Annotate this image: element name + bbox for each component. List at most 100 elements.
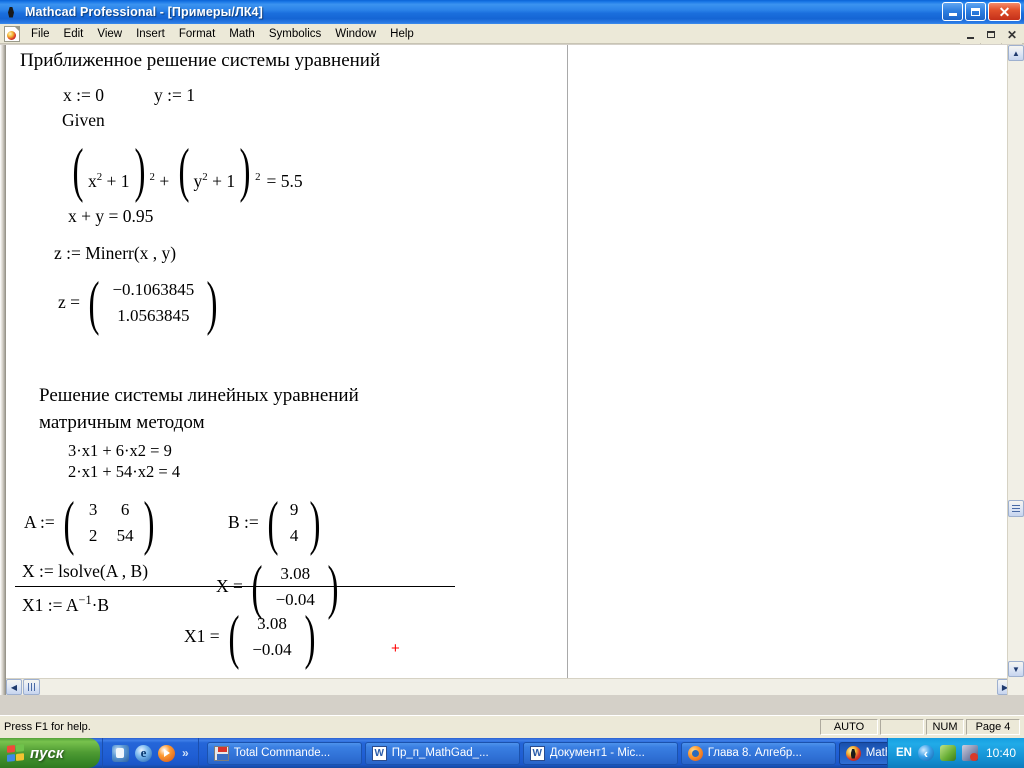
status-blank-cell — [880, 719, 924, 735]
mathcad-quicklaunch-icon[interactable] — [112, 744, 129, 762]
start-button-label: пуск — [30, 744, 64, 762]
vertical-scrollbar[interactable]: ▲ ▼ — [1007, 45, 1024, 695]
crosshair-cursor-icon: + — [391, 640, 400, 657]
menu-item-symbolics[interactable]: Symbolics — [262, 26, 328, 42]
menu-item-edit[interactable]: Edit — [57, 26, 91, 42]
X1-cell-1: −0.04 — [252, 640, 292, 660]
X1-def-exponent: −1 — [78, 593, 92, 608]
mdi-minimize-icon — [966, 36, 974, 39]
assignment-y[interactable]: y := 1 — [154, 86, 195, 105]
X-result-matrix: ( 3.08 −0.04 ) — [247, 557, 343, 617]
B-cell-0: 9 — [289, 500, 299, 519]
internet-explorer-icon[interactable] — [135, 744, 152, 762]
constraint-equation-1[interactable]: (x2 + 1) 2 + (y2 + 1) 2 = 5.5 — [68, 137, 303, 203]
lsolve-assignment[interactable]: X := lsolve(A , B) — [22, 562, 148, 581]
chevron-right-icon[interactable]: » — [182, 746, 189, 760]
matrix-A-definition[interactable]: A := ( 3 6 2 54 ) — [24, 489, 159, 556]
z-cell-0: −0.1063845 — [112, 280, 195, 299]
left-paren-2: ( — [178, 137, 190, 203]
menu-item-file[interactable]: File — [24, 26, 57, 42]
z-result-label: z = — [58, 291, 81, 312]
X-result-label: X = — [216, 575, 243, 596]
volume-icon[interactable] — [917, 745, 934, 761]
worksheet-canvas[interactable]: Приближенное решение системы уравнений x… — [6, 45, 1008, 695]
start-button[interactable]: пуск — [0, 738, 100, 768]
menu-item-math[interactable]: Math — [222, 26, 262, 42]
eq1-rhs: = 5.5 — [266, 171, 303, 191]
mathcad-logo-icon — [3, 4, 20, 21]
linear-equation-2[interactable]: 2·x1 + 54·x2 = 4 — [68, 463, 180, 481]
A-cell-0-0: 3 — [88, 500, 98, 519]
status-num-lock: NUM — [926, 719, 964, 735]
status-page-number: Page 4 — [966, 719, 1020, 735]
title-bar: Mathcad Professional - [Примеры/ЛК4] ✕ — [0, 0, 1024, 24]
A-cell-1-0: 2 — [88, 526, 98, 546]
task-button-mathcad-professional[interactable]: Mathcad Professi... — [838, 741, 887, 765]
matrix-B: ( 9 4 ) — [263, 489, 325, 556]
matrix-B-definition[interactable]: B := ( 9 4 ) — [228, 489, 325, 556]
close-icon: ✕ — [998, 3, 1011, 20]
section2-heading-line2: матричным методом — [39, 412, 205, 433]
task-button-total-commander[interactable]: Total Commande... — [206, 741, 362, 765]
status-auto-mode[interactable]: AUTO — [820, 719, 878, 735]
language-indicator[interactable]: EN — [896, 747, 912, 759]
X1-def-suffix: ·B — [91, 595, 110, 615]
B-cell-1: 4 — [289, 526, 299, 546]
horizontal-scrollbar[interactable]: ◀ ▶ — [6, 678, 1008, 695]
quick-launch-bar: » — [102, 738, 195, 768]
matrix-B-right-paren: ) — [309, 489, 321, 556]
minerr-assignment[interactable]: z := Minerr(x , y) — [54, 244, 176, 263]
maximize-button[interactable] — [965, 2, 986, 21]
assignment-x[interactable]: x := 0 — [63, 86, 104, 105]
word-icon — [529, 745, 545, 761]
media-player-icon[interactable] — [158, 744, 175, 762]
X-right-paren: ) — [328, 557, 339, 617]
X1-left-paren: ( — [228, 603, 240, 670]
given-keyword[interactable]: Given — [62, 111, 105, 130]
section1-heading: Приближенное решение системы уравнений — [20, 50, 381, 71]
eq1-outer-exp-2: 2 — [255, 171, 261, 184]
matrix-A: ( 3 6 2 54 ) — [59, 489, 159, 556]
z-result-matrix: ( −0.1063845 1.0563845 ) — [84, 273, 222, 333]
linear-equation-1[interactable]: 3·x1 + 6·x2 = 9 — [68, 442, 172, 460]
horizontal-scroll-thumb[interactable] — [23, 679, 40, 695]
task-list: Total Commande... Пр_п_MathGad_... Докум… — [197, 738, 887, 768]
z-result[interactable]: z = ( −0.1063845 1.0563845 ) — [58, 273, 222, 333]
shield-icon[interactable] — [939, 745, 956, 761]
menu-item-view[interactable]: View — [90, 26, 129, 42]
minimize-button[interactable] — [942, 2, 963, 21]
application-window: Mathcad Professional - [Примеры/ЛК4] ✕ F… — [0, 0, 1024, 768]
mdi-close-button[interactable]: ✕ — [1002, 25, 1022, 44]
scroll-left-button[interactable]: ◀ — [6, 679, 22, 695]
menu-item-insert[interactable]: Insert — [129, 26, 172, 42]
document-system-icon[interactable] — [4, 25, 20, 42]
menu-item-format[interactable]: Format — [172, 26, 222, 42]
matrix-A-left-paren: ( — [63, 489, 75, 556]
matrix-A-right-paren: ) — [143, 489, 155, 556]
X1-result[interactable]: X1 = ( 3.08 −0.04 ) — [184, 603, 320, 670]
scroll-up-button[interactable]: ▲ — [1008, 45, 1024, 61]
constraint-equation-2[interactable]: x + y = 0.95 — [68, 207, 153, 226]
eq1-operator: + — [154, 171, 174, 191]
window-controls: ✕ — [942, 2, 1021, 21]
vertical-scroll-thumb[interactable] — [1008, 500, 1024, 517]
left-paren-1: ( — [72, 137, 84, 203]
task-button-glava8[interactable]: Глава 8. Алгебр... — [680, 741, 836, 765]
mdi-restore-button[interactable] — [981, 25, 1001, 44]
menu-item-window[interactable]: Window — [328, 26, 383, 42]
X-cell-0: 3.08 — [280, 564, 311, 583]
eq1-var-x: x — [87, 171, 97, 191]
X1-right-paren: ) — [304, 603, 316, 670]
network-icon[interactable] — [961, 745, 978, 761]
mdi-close-icon: ✕ — [1006, 27, 1018, 42]
task-label: Total Commande... — [233, 747, 331, 759]
X1-definition[interactable]: X1 := A−1·B — [22, 594, 110, 615]
X1-result-label: X1 = — [184, 625, 220, 646]
task-button-document1[interactable]: Документ1 - Мiс... — [522, 741, 678, 765]
menu-item-help[interactable]: Help — [383, 26, 421, 42]
scroll-down-button[interactable]: ▼ — [1008, 661, 1024, 677]
mdi-minimize-button[interactable] — [960, 25, 980, 44]
task-button-mathcad-doc[interactable]: Пр_п_MathGad_... — [364, 741, 520, 765]
clock[interactable]: 10:40 — [986, 746, 1016, 760]
close-button[interactable]: ✕ — [988, 2, 1021, 21]
